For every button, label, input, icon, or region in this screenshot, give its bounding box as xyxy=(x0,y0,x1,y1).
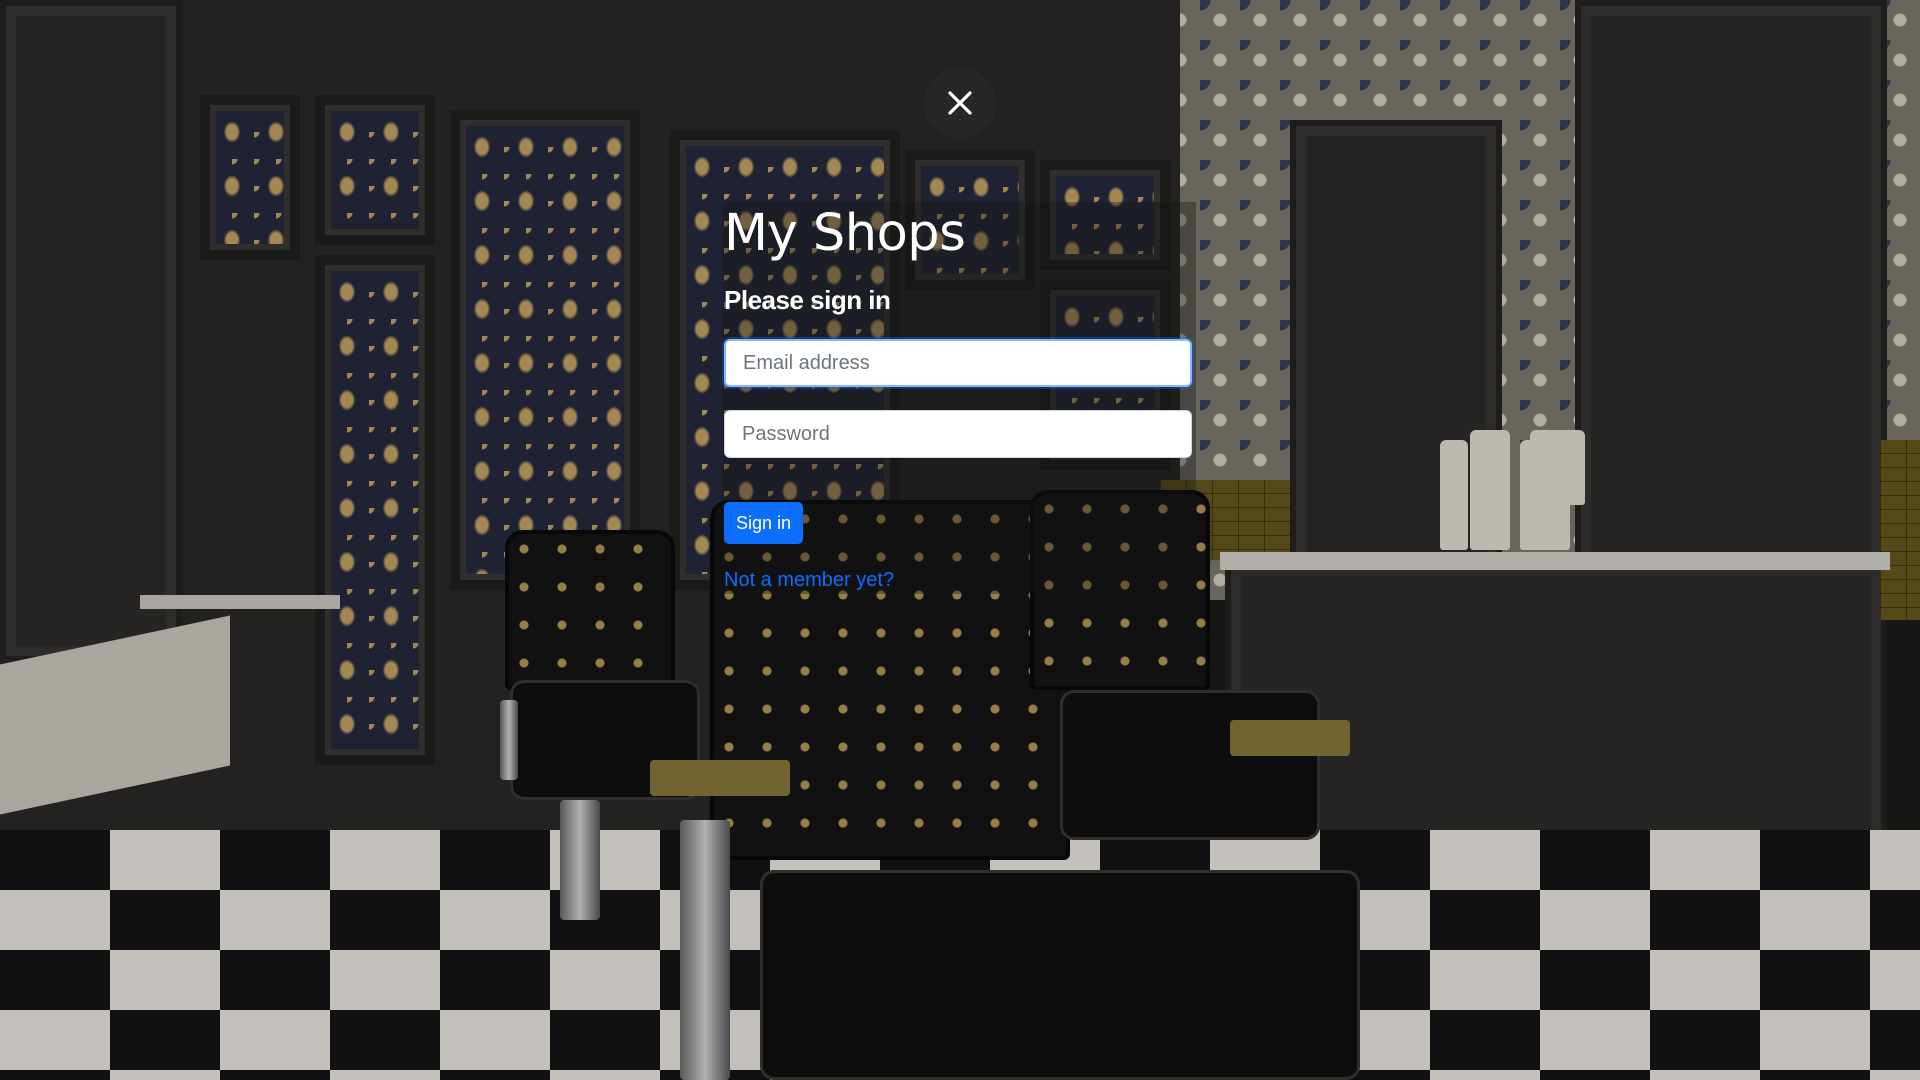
login-screen: My Shops Please sign in Sign in Not a me… xyxy=(0,0,1920,1080)
signup-link[interactable]: Not a member yet? xyxy=(724,566,894,594)
signin-button[interactable]: Sign in xyxy=(724,502,804,544)
email-field[interactable] xyxy=(724,339,1192,387)
close-icon xyxy=(948,91,972,115)
signin-heading: Please sign in xyxy=(724,285,891,315)
page-title: My Shops xyxy=(724,204,966,263)
close-button[interactable] xyxy=(924,67,996,139)
password-field[interactable] xyxy=(724,410,1192,458)
signin-form: My Shops Please sign in Sign in Not a me… xyxy=(723,202,1196,594)
